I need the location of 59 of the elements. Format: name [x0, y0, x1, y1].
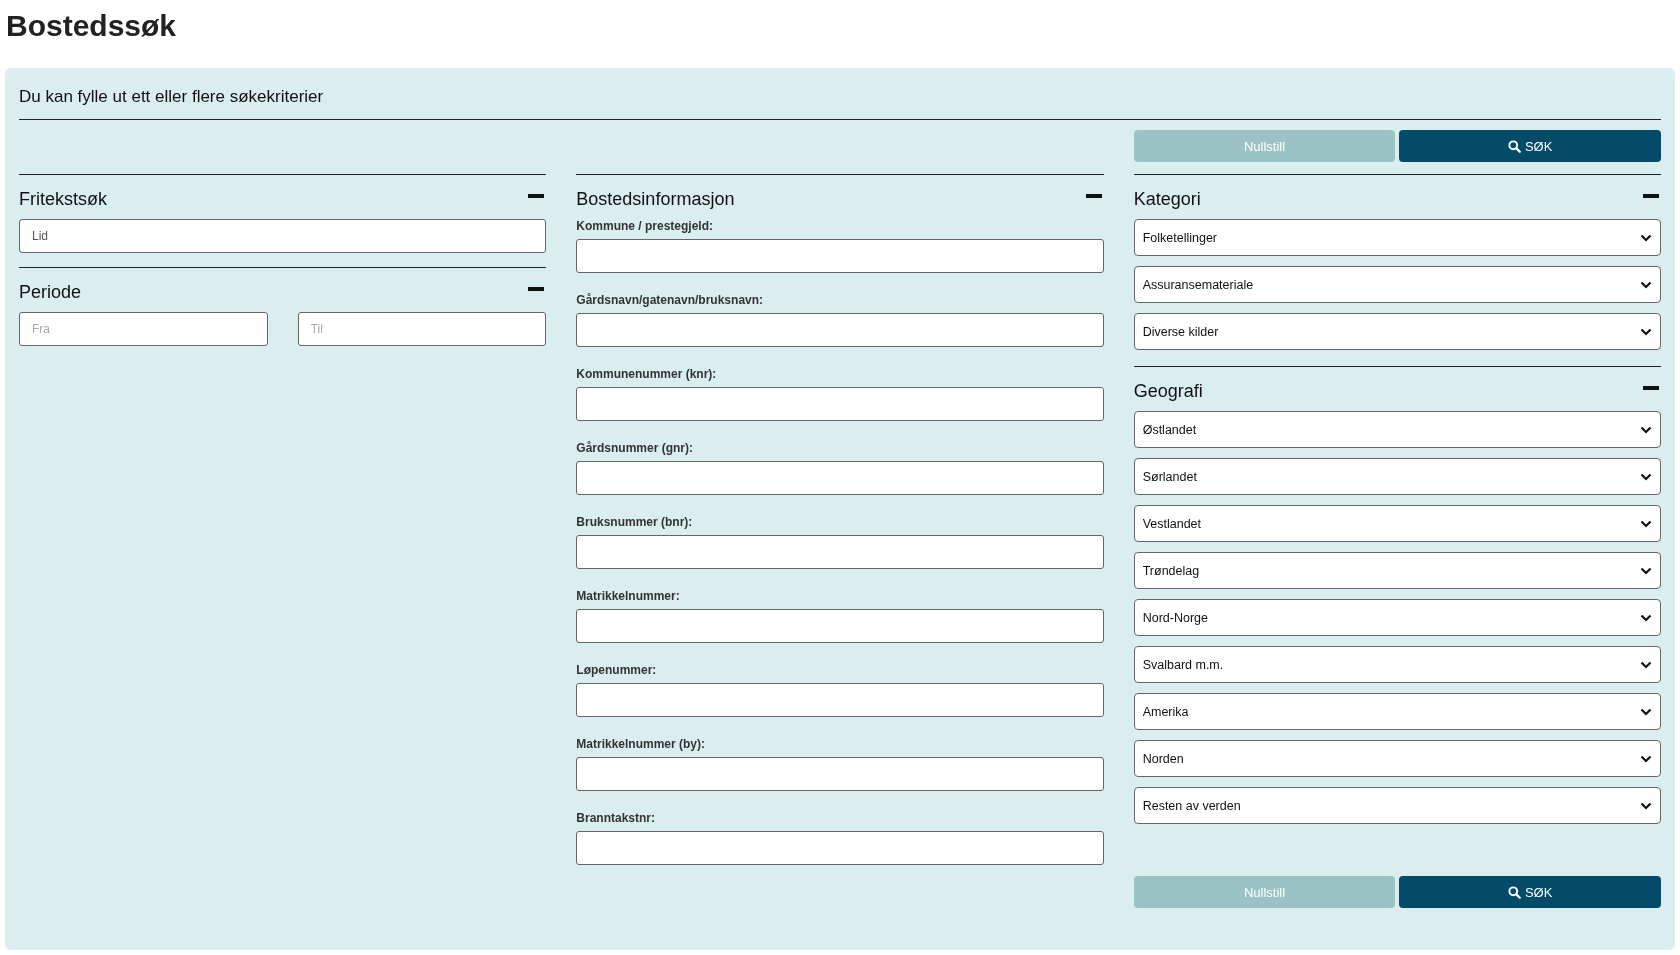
search-button[interactable]: SØK [1399, 876, 1661, 908]
section-heading: Geografi [1133, 380, 1203, 402]
input-field[interactable] [576, 313, 1104, 347]
chevron-down-icon [1640, 233, 1652, 242]
dropdown[interactable]: Vestlandet [1133, 505, 1661, 542]
field-label: Gårdsnummer (gnr): [576, 441, 694, 455]
chevron-down-icon [1640, 519, 1652, 528]
chevron-down-icon [1640, 660, 1652, 669]
input-field[interactable] [576, 461, 1104, 495]
collapse-icon[interactable] [1085, 194, 1102, 198]
field-label: Kommunenummer (knr): [576, 367, 718, 381]
from-field[interactable]: Fra [19, 312, 268, 346]
dropdown[interactable]: Diverse kilder [1133, 313, 1661, 350]
field-label: Gårdsnavn/gatenavn/bruksnavn: [576, 293, 765, 307]
field-label: Matrikkelnummer: [576, 589, 681, 603]
dropdown[interactable]: Assuransemateriale [1133, 266, 1661, 303]
chevron-down-icon [1640, 425, 1652, 434]
field-label: Bruksnummer (bnr): [576, 515, 694, 529]
dropdown[interactable]: Sørlandet [1133, 458, 1661, 495]
dropdown[interactable]: Svalbard m.m. [1133, 646, 1661, 683]
chevron-down-icon [1640, 707, 1652, 716]
input-field[interactable] [576, 831, 1104, 865]
dropdown[interactable]: Folketellinger [1133, 219, 1661, 256]
field-label: Matrikkelnummer (by): [576, 737, 707, 751]
input-field[interactable] [576, 239, 1104, 273]
chevron-down-icon [1640, 613, 1652, 622]
input-field[interactable] [576, 609, 1104, 643]
dropdown[interactable]: Resten av verden [1133, 787, 1661, 824]
page-title: Bostedssøk [6, 8, 178, 44]
field-label: Løpenummer: [576, 663, 658, 677]
section-heading: Periode [19, 281, 82, 303]
search-button[interactable]: SØK [1399, 130, 1661, 162]
section-heading: Kategori [1133, 188, 1201, 210]
dropdown[interactable]: Nord-Norge [1133, 599, 1661, 636]
input-field[interactable] [576, 757, 1104, 791]
dropdown[interactable]: Norden [1133, 740, 1661, 777]
collapse-icon[interactable] [528, 287, 545, 291]
chevron-down-icon [1640, 472, 1652, 481]
chevron-down-icon [1640, 280, 1652, 289]
input-field[interactable] [576, 683, 1104, 717]
chevron-down-icon [1640, 754, 1652, 763]
search-icon [1507, 885, 1521, 899]
section-heading: Fritekstsøk [19, 188, 107, 210]
input-field[interactable] [576, 535, 1104, 569]
dropdown[interactable]: Trøndelag [1133, 552, 1661, 589]
chevron-down-icon [1640, 327, 1652, 336]
input-field[interactable] [576, 387, 1104, 421]
dropdown[interactable]: Amerika [1133, 693, 1661, 730]
free-text-field[interactable]: Lid [19, 219, 547, 253]
chevron-down-icon [1640, 801, 1652, 810]
dropdown[interactable]: Østlandet [1133, 411, 1661, 448]
field-label: Branntakstnr: [576, 811, 656, 825]
to-field[interactable]: Til [297, 312, 547, 346]
search-icon [1507, 139, 1521, 153]
chevron-down-icon [1640, 566, 1652, 575]
field-label: Kommune / prestegjeld: [576, 219, 714, 233]
section-heading: Bostedsinformasjon [576, 188, 735, 210]
intro-text: Du kan fylle ut ett eller flere søkekriterier [19, 78, 1661, 120]
collapse-icon[interactable] [528, 194, 545, 198]
